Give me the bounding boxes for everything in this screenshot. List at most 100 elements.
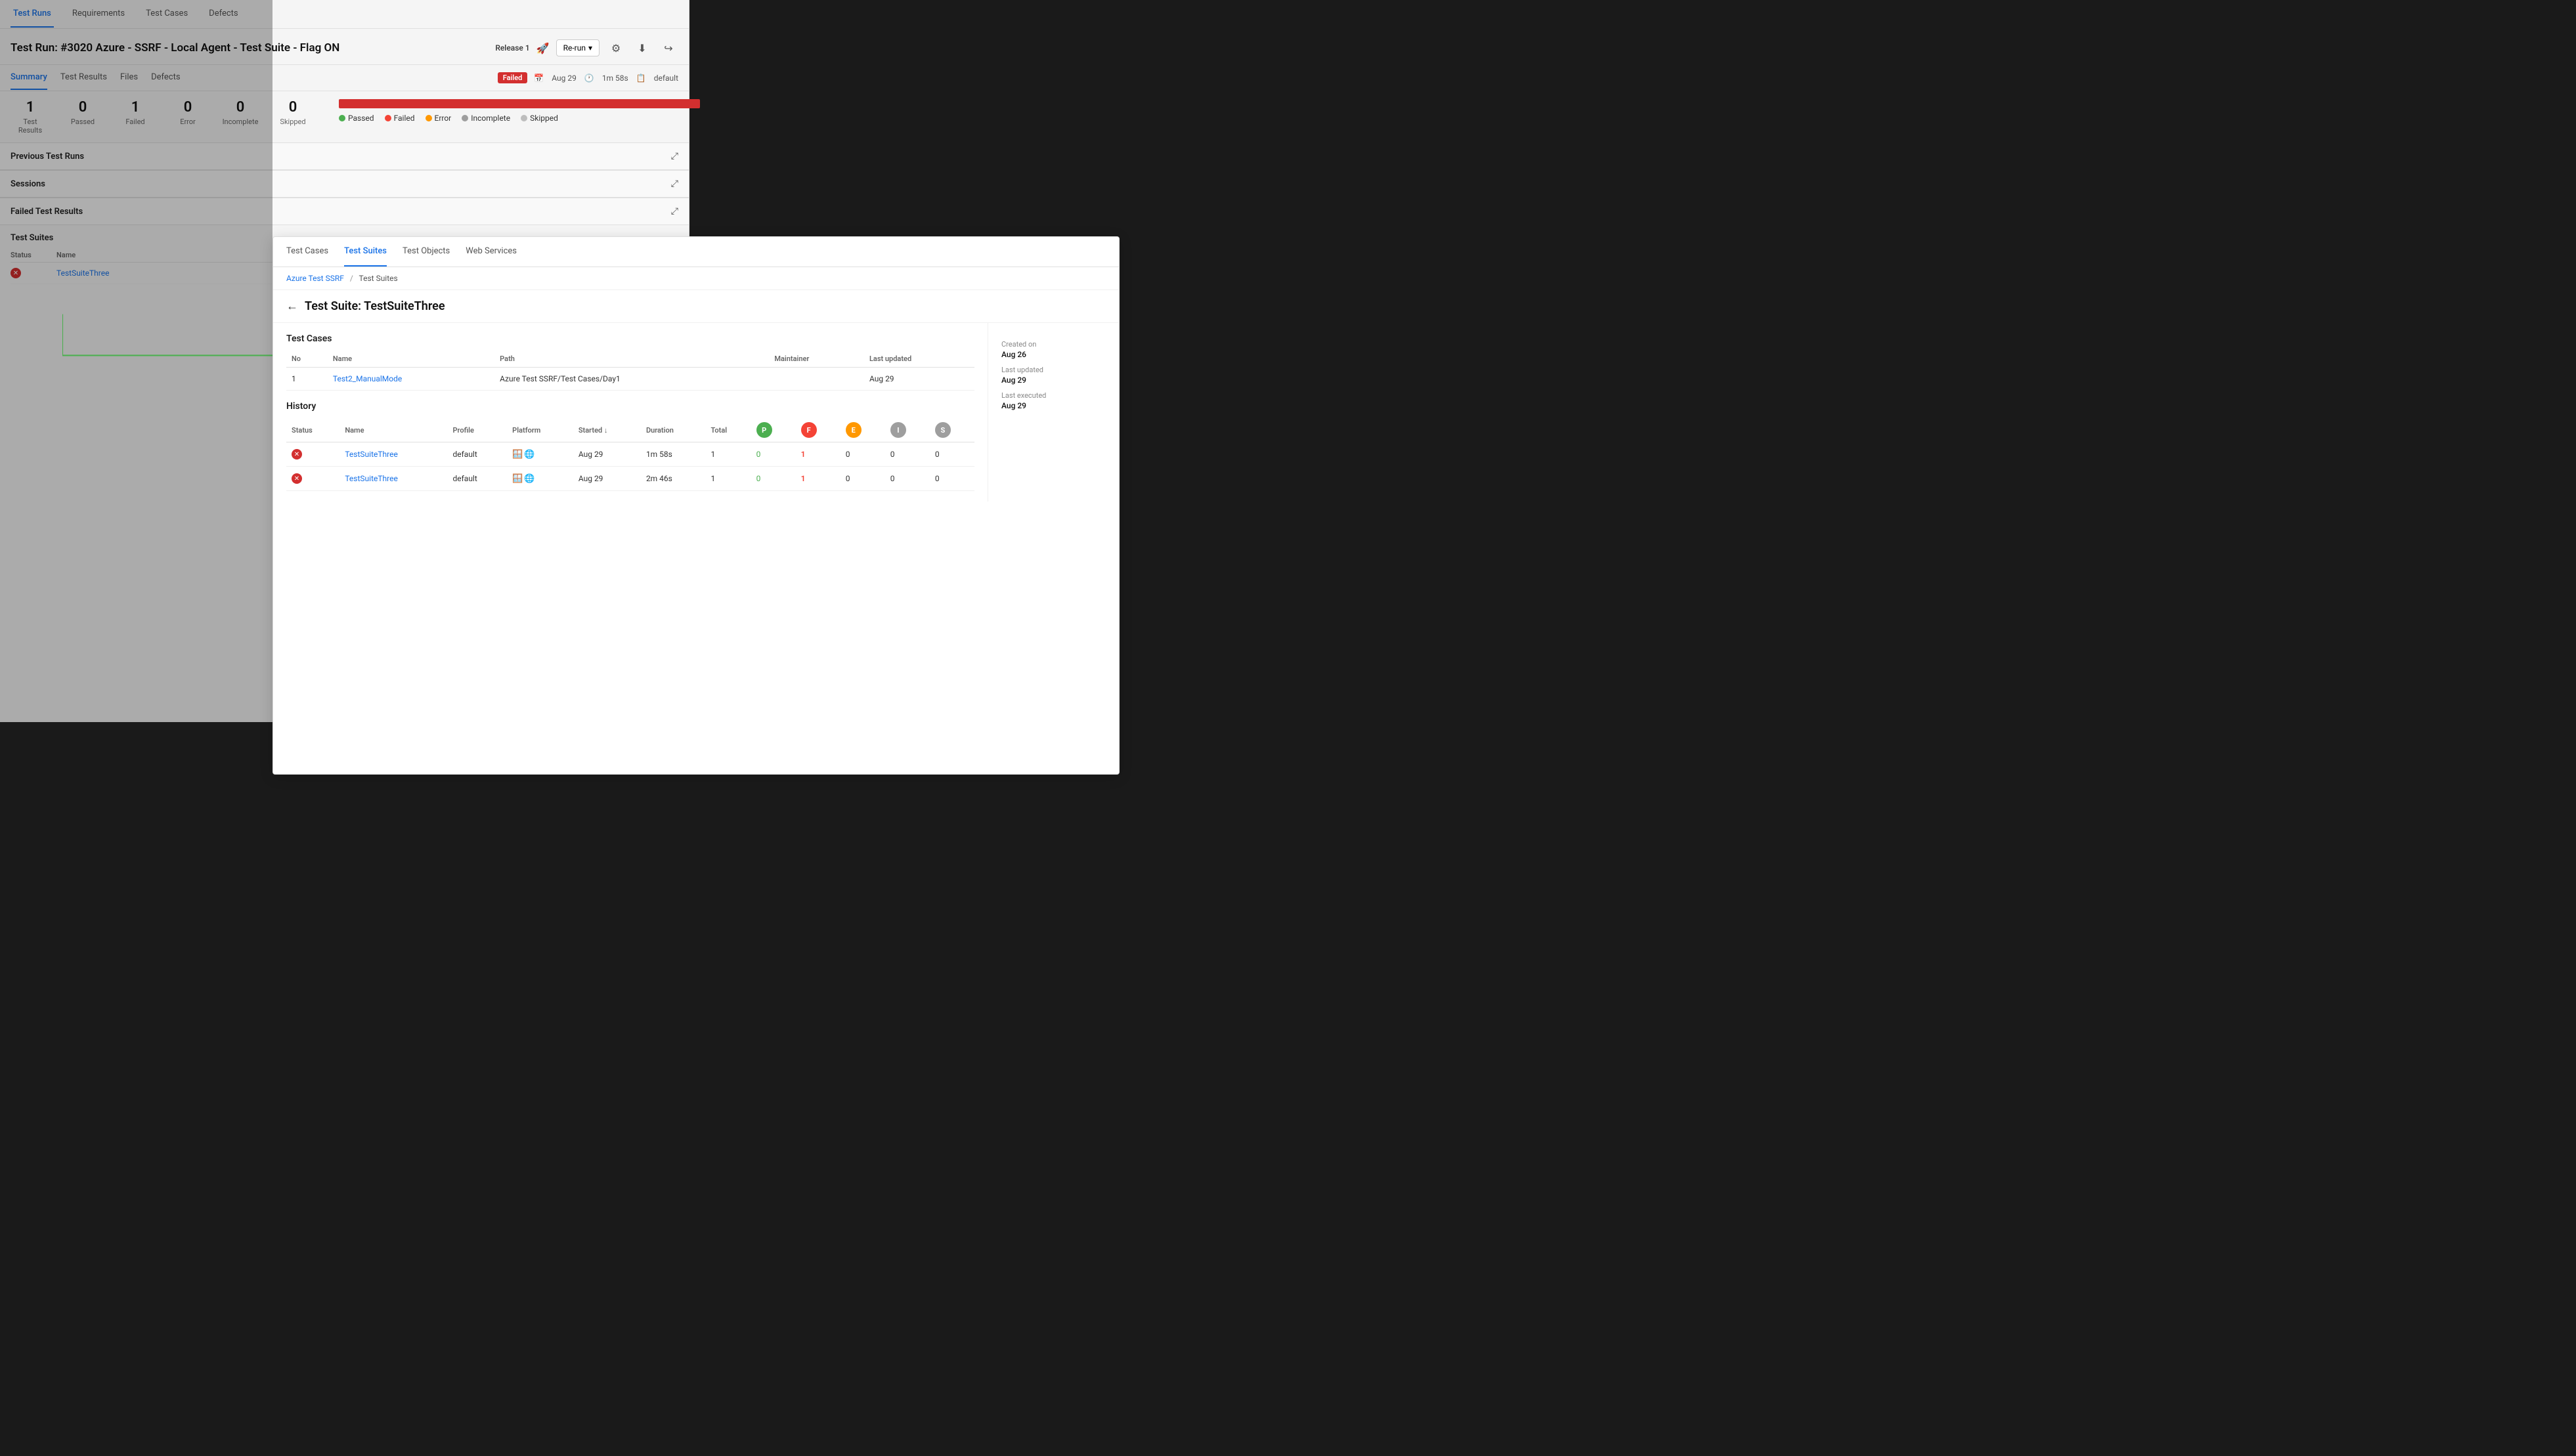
failed-dot — [385, 115, 391, 121]
legend: Passed Failed Error Incomplete Skipped — [339, 114, 700, 123]
hr2-s: 0 — [930, 467, 974, 491]
detail-panel: Test Cases Test Suites Test Objects Web … — [273, 236, 1120, 775]
back-button[interactable]: ← — [286, 299, 298, 313]
hr1-windows-icon: 🪟 — [512, 450, 523, 460]
meta-duration: 1m 58s — [602, 74, 628, 83]
breadcrumb-separator: / — [350, 274, 353, 283]
progress-section: Passed Failed Error Incomplete Skipped — [326, 99, 700, 135]
hr2-windows-icon: 🪟 — [512, 474, 523, 484]
hr1-started: Aug 29 — [573, 442, 641, 467]
skipped-dot — [521, 115, 527, 121]
release-label: Release 1 — [495, 43, 529, 53]
history-table: Status Name Profile Platform Started ↓ D… — [286, 418, 974, 491]
profile-icon: 📋 — [636, 74, 646, 83]
stat-skipped-value: 0 — [273, 99, 313, 116]
test-case-row-1: 1 Test2_ManualMode Azure Test SSRF/Test … — [286, 368, 974, 391]
hr2-platform: 🪟 🌐 — [507, 467, 573, 491]
tc-name[interactable]: Test2_ManualMode — [328, 368, 494, 391]
detail-tab-test-suites[interactable]: Test Suites — [344, 237, 387, 267]
f-badge-header: F — [801, 422, 817, 438]
stat-skipped: 0 Skipped — [273, 99, 326, 135]
tc-path: Azure Test SSRF/Test Cases/Day1 — [494, 368, 769, 391]
detail-tab-web-services[interactable]: Web Services — [466, 237, 517, 267]
expand-previous-runs-icon[interactable]: ⤢ — [671, 151, 678, 161]
breadcrumb: Azure Test SSRF / Test Suites — [273, 267, 1119, 290]
created-value: Aug 26 — [1001, 350, 1106, 359]
legend-passed: Passed — [339, 114, 374, 123]
e-badge-header: E — [846, 422, 862, 438]
hth-i: I — [885, 418, 930, 442]
history-section: History Status Name Profile Platform Sta… — [286, 401, 974, 491]
hr1-name[interactable]: TestSuiteThree — [339, 442, 447, 467]
hr1-platform: 🪟 🌐 — [507, 442, 573, 467]
history-label: History — [286, 401, 974, 412]
header-actions: Release 1 🚀 Re-run ▾ ⚙ ⬇ ↪ — [495, 38, 678, 58]
executed-label: Last executed — [1001, 391, 1106, 400]
detail-tab-test-cases[interactable]: Test Cases — [286, 237, 328, 267]
hr1-i: 0 — [885, 442, 930, 467]
dim-overlay — [0, 0, 273, 722]
hr2-started: Aug 29 — [573, 467, 641, 491]
rocket-icon: 🚀 — [536, 42, 550, 54]
hth-f: F — [796, 418, 840, 442]
hr1-platform-icons: 🪟 🌐 — [512, 450, 568, 460]
hr1-total: 1 — [705, 442, 751, 467]
hth-status: Status — [286, 418, 339, 442]
hr2-chrome-icon: 🌐 — [524, 474, 535, 484]
hth-started: Started ↓ — [573, 418, 641, 442]
chevron-down-icon: ▾ — [588, 43, 592, 53]
hth-duration: Duration — [641, 418, 706, 442]
th-path: Path — [494, 351, 769, 368]
expand-sessions-icon[interactable]: ⤢ — [671, 179, 678, 189]
download-icon[interactable]: ⬇ — [632, 38, 652, 58]
breadcrumb-root[interactable]: Azure Test SSRF — [286, 274, 344, 283]
th-last-updated: Last updated — [864, 351, 974, 368]
detail-main: Test Cases No Name Path Maintainer Last … — [273, 323, 988, 502]
progress-bar — [339, 99, 700, 108]
legend-failed: Failed — [385, 114, 415, 123]
detail-content: Test Cases No Name Path Maintainer Last … — [273, 323, 1119, 502]
history-row-1: ✕ TestSuiteThree default 🪟 🌐 Aug 29 — [286, 442, 974, 467]
meta-date: Aug 29 — [552, 74, 577, 83]
hr2-name[interactable]: TestSuiteThree — [339, 467, 447, 491]
hr1-s: 0 — [930, 442, 974, 467]
test-cases-header-row: No Name Path Maintainer Last updated — [286, 351, 974, 368]
th-maintainer: Maintainer — [769, 351, 864, 368]
hr2-duration: 2m 46s — [641, 467, 706, 491]
settings-icon[interactable]: ⚙ — [606, 38, 626, 58]
legend-incomplete: Incomplete — [462, 114, 510, 123]
hr2-i: 0 — [885, 467, 930, 491]
sub-nav-right: Failed 📅 Aug 29 🕐 1m 58s 📋 default — [498, 72, 678, 83]
legend-error: Error — [426, 114, 452, 123]
legend-skipped: Skipped — [521, 114, 558, 123]
p-badge-header: P — [756, 422, 772, 438]
th-name: Name — [328, 351, 494, 368]
expand-failed-results-icon[interactable]: ⤢ — [671, 206, 678, 217]
hr1-e: 0 — [840, 442, 885, 467]
breadcrumb-current: Test Suites — [359, 274, 398, 283]
test-cases-section-label: Test Cases — [286, 333, 974, 344]
meta-info: 📅 Aug 29 🕐 1m 58s 📋 default — [534, 74, 678, 83]
hr2-profile: default — [447, 467, 507, 491]
hr1-chrome-icon: 🌐 — [524, 450, 535, 460]
passed-dot — [339, 115, 345, 121]
hr1-status-icon: ✕ — [292, 449, 302, 460]
hr2-total: 1 — [705, 467, 751, 491]
s-badge-header: S — [935, 422, 951, 438]
detail-tab-test-objects[interactable]: Test Objects — [403, 237, 450, 267]
updated-value: Aug 29 — [1001, 375, 1106, 385]
progress-bar-fill — [339, 99, 700, 108]
meta-profile: default — [654, 74, 678, 83]
hr2-platform-icons: 🪟 🌐 — [512, 474, 568, 484]
tc-no: 1 — [286, 368, 328, 391]
share-icon[interactable]: ↪ — [659, 38, 678, 58]
hr1-status: ✕ — [286, 442, 339, 467]
error-dot — [426, 115, 432, 121]
hr2-p: 0 — [751, 467, 796, 491]
rerun-button[interactable]: Re-run ▾ — [556, 39, 600, 56]
detail-title: Test Suite: TestSuiteThree — [305, 299, 445, 313]
hth-platform: Platform — [507, 418, 573, 442]
hr2-status-icon: ✕ — [292, 473, 302, 484]
calendar-icon: 📅 — [534, 74, 544, 83]
i-badge-header: I — [890, 422, 906, 438]
